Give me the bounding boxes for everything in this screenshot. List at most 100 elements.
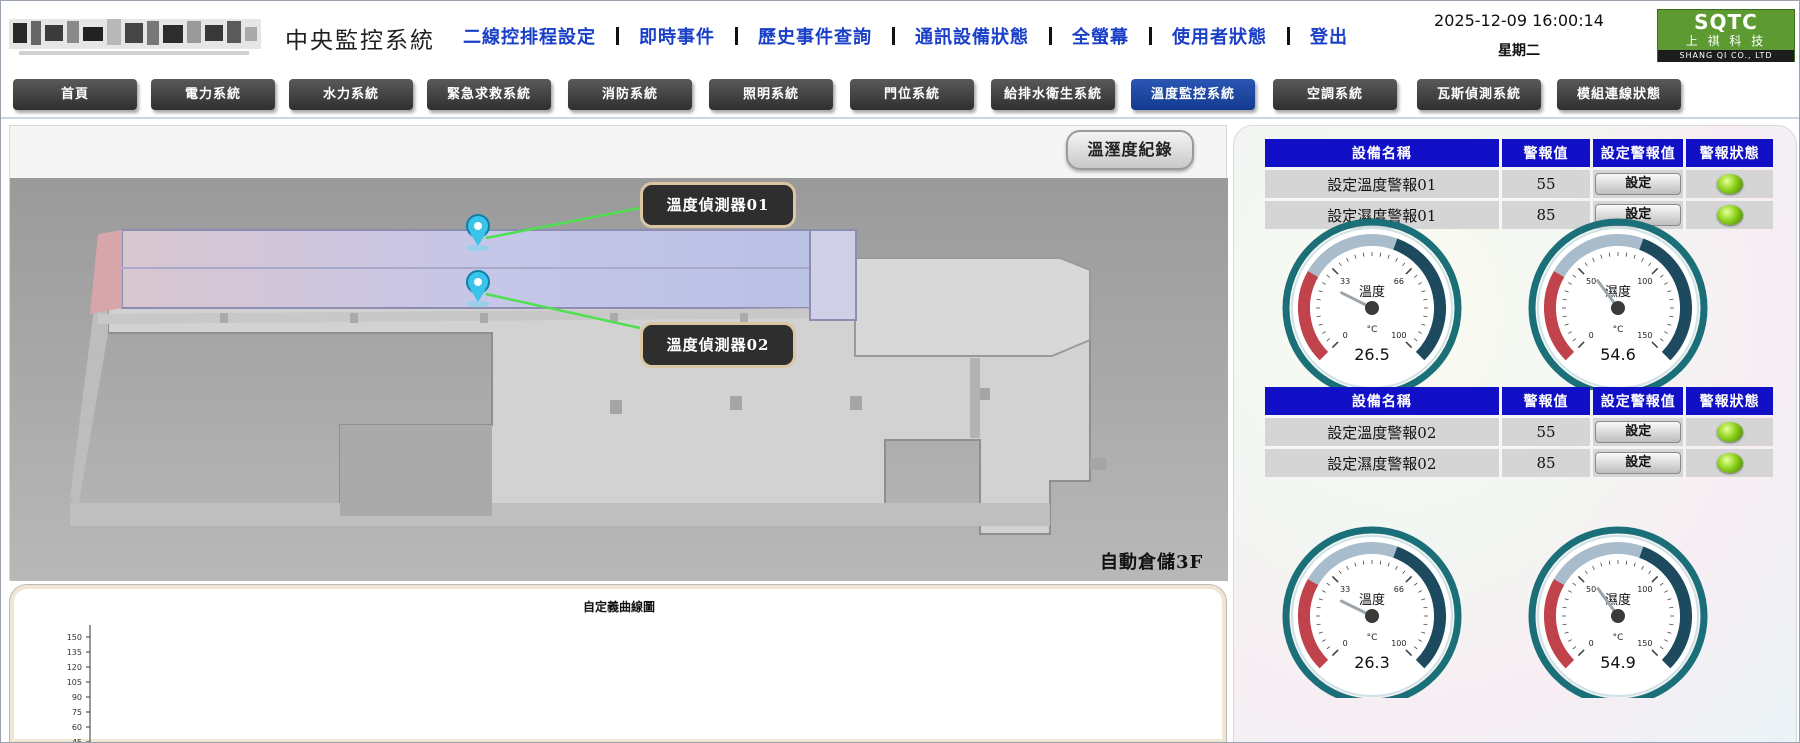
sensor-label-01[interactable]: 溫度偵測器01 (640, 182, 796, 228)
nav-link-comm-status[interactable]: 通訊設備狀態 (915, 23, 1029, 49)
floor-map-panel: 溫溼度紀錄 溫度偵測器01 溫度偵測器02 自動倉儲3F (9, 125, 1228, 581)
nav-link-user-status[interactable]: 使用者狀態 (1172, 23, 1267, 49)
floor-plan-3d (10, 178, 1228, 581)
gauge-value: 26.5 (1354, 345, 1390, 364)
tab-door[interactable]: 門位系統 (850, 79, 974, 110)
alarm-monitor-panel: 設備名稱 警報值 設定警報值 警報狀態 設定溫度警報01 55 設定 設定濕度警… (1233, 125, 1797, 742)
brand-logo: SQTC 上 祺 科 技 SHANG QI CO., LTD (1657, 9, 1795, 62)
humidity-gauge-2: 0 50 100 150 濕度 °C 54.9 (1518, 526, 1718, 698)
gauge-tick-label: 100 (1391, 639, 1406, 648)
tab-power[interactable]: 電力系統 (151, 79, 275, 110)
chart-y-tick-label: 135 (67, 648, 82, 657)
gauge-tick-label: 66 (1394, 277, 1404, 286)
gauge-hub (1365, 301, 1379, 315)
tab-module-link[interactable]: 模組連線狀態 (1557, 79, 1681, 110)
chart-y-tick-label: 105 (67, 678, 82, 687)
nav-separator (1287, 27, 1290, 45)
status-led-icon (1716, 174, 1743, 194)
gauge-tick-label: 0 (1589, 331, 1594, 340)
table-row: 設定濕度警報02 85 設定 (1265, 449, 1773, 477)
nav-link-history-query[interactable]: 歷史事件查詢 (758, 23, 872, 49)
device-name: 設定濕度警報02 (1265, 449, 1499, 477)
device-name: 設定溫度警報02 (1265, 418, 1499, 446)
brand-name-en: SHANG QI CO., LTD (1658, 50, 1794, 62)
gauge-tick-label: 50 (1586, 585, 1596, 594)
header: 中央監控系統 二線控排程設定 即時事件 歷史事件查詢 通訊設備狀態 全螢幕 使用… (1, 1, 1799, 67)
chart-y-tick-label: 120 (67, 663, 82, 672)
gauge-hub (1611, 301, 1625, 315)
header-device-name: 設備名稱 (1265, 387, 1499, 415)
header-alarm-value: 警報值 (1501, 139, 1591, 167)
gauge-tick-label: 33 (1340, 277, 1350, 286)
alarm-table-header: 設備名稱 警報值 設定警報值 警報狀態 (1265, 139, 1773, 167)
gauge-hub (1611, 609, 1625, 623)
nav-separator (735, 27, 738, 45)
set-alarm-button[interactable]: 設定 (1595, 452, 1682, 474)
tab-temperature[interactable]: 溫度監控系統 (1131, 79, 1255, 110)
nav-link-logout[interactable]: 登出 (1310, 23, 1348, 49)
tab-home[interactable]: 首頁 (13, 79, 137, 110)
nav-link-schedule[interactable]: 二線控排程設定 (463, 23, 596, 49)
chart-y-tick-label: 45 (72, 738, 82, 743)
top-navigation: 二線控排程設定 即時事件 歷史事件查詢 通訊設備狀態 全螢幕 使用者狀態 登出 (463, 23, 1348, 49)
device-name: 設定溫度警報01 (1265, 170, 1499, 198)
gauge-tick-label: 0 (1343, 331, 1348, 340)
nav-link-fullscreen[interactable]: 全螢幕 (1072, 23, 1129, 49)
tab-hvac[interactable]: 空調系統 (1273, 79, 1397, 110)
gauge-hub (1365, 609, 1379, 623)
chart-title: 自定義曲線圖 (583, 599, 655, 614)
tab-gas[interactable]: 瓦斯偵測系統 (1417, 79, 1541, 110)
tab-water[interactable]: 水力系統 (289, 79, 413, 110)
temperature-gauge-2: 0 33 66 100 溫度 °C 26.3 (1272, 526, 1472, 698)
datetime-display: 2025-12-09 16:00:14 星期二 (1429, 11, 1609, 60)
gauge-tick-label: 150 (1637, 331, 1652, 340)
status-led-icon (1716, 422, 1743, 442)
tab-emergency[interactable]: 緊急求救系統 (427, 79, 551, 110)
table-row: 設定溫度警報02 55 設定 (1265, 418, 1773, 446)
gauge-label: 溫度 (1359, 284, 1385, 300)
gauge-tick-label: 66 (1394, 585, 1404, 594)
table-row: 設定溫度警報01 55 設定 (1265, 170, 1773, 198)
gauge-unit: °C (1613, 633, 1624, 643)
app-window: 中央監控系統 二線控排程設定 即時事件 歷史事件查詢 通訊設備狀態 全螢幕 使用… (0, 0, 1800, 743)
header-alarm-state: 警報狀態 (1686, 387, 1773, 415)
current-datetime: 2025-12-09 16:00:14 (1434, 11, 1604, 30)
floor-label: 自動倉儲3F (1100, 552, 1204, 573)
gauge-unit: °C (1613, 325, 1624, 335)
nav-separator (1149, 27, 1152, 45)
chart-y-tick-label: 90 (72, 693, 82, 702)
set-alarm-button[interactable]: 設定 (1595, 173, 1682, 195)
header-set-alarm: 設定警報值 (1593, 139, 1684, 167)
alarm-value: 55 (1501, 418, 1591, 446)
gauge-tick-label: 100 (1637, 277, 1652, 286)
sensor-label-02[interactable]: 溫度偵測器02 (640, 322, 796, 368)
chart-y-tick-label: 75 (72, 708, 82, 717)
nav-link-realtime-events[interactable]: 即時事件 (639, 23, 715, 49)
gauge-value: 54.9 (1600, 653, 1636, 672)
humidity-record-button[interactable]: 溫溼度紀錄 (1066, 130, 1194, 170)
tab-plumbing[interactable]: 給排水衛生系統 (991, 79, 1115, 110)
header-alarm-value: 警報值 (1501, 387, 1591, 415)
tab-fire[interactable]: 消防系統 (568, 79, 692, 110)
system-tab-bar: 首頁 電力系統 水力系統 緊急求救系統 消防系統 照明系統 門位系統 給排水衛生… (1, 73, 1799, 119)
nav-separator (1049, 27, 1052, 45)
brand-name-cn: 上 祺 科 技 (1685, 34, 1767, 48)
set-alarm-button[interactable]: 設定 (1595, 421, 1682, 443)
tab-lighting[interactable]: 照明系統 (709, 79, 833, 110)
gauge-tick-label: 0 (1589, 639, 1594, 648)
nav-separator (616, 27, 619, 45)
header-set-alarm: 設定警報值 (1593, 387, 1684, 415)
gauge-tick-label: 100 (1637, 585, 1652, 594)
gauge-tick-label: 150 (1637, 639, 1652, 648)
system-title: 中央監控系統 (285, 28, 435, 54)
gauge-tick-label: 0 (1343, 639, 1348, 648)
gauge-unit: °C (1367, 633, 1378, 643)
alarm-table-group-2: 設備名稱 警報值 設定警報值 警報狀態 設定溫度警報02 55 設定 設定濕度警… (1262, 384, 1776, 480)
gauge-value: 54.6 (1600, 345, 1636, 364)
gauge-tick-label: 100 (1391, 331, 1406, 340)
alarm-table-header: 設備名稱 警報值 設定警報值 警報狀態 (1265, 387, 1773, 415)
map-top-strip (10, 126, 1226, 178)
header-alarm-state: 警報狀態 (1686, 139, 1773, 167)
chart-y-tick-label: 60 (72, 723, 82, 732)
gauge-unit: °C (1367, 325, 1378, 335)
